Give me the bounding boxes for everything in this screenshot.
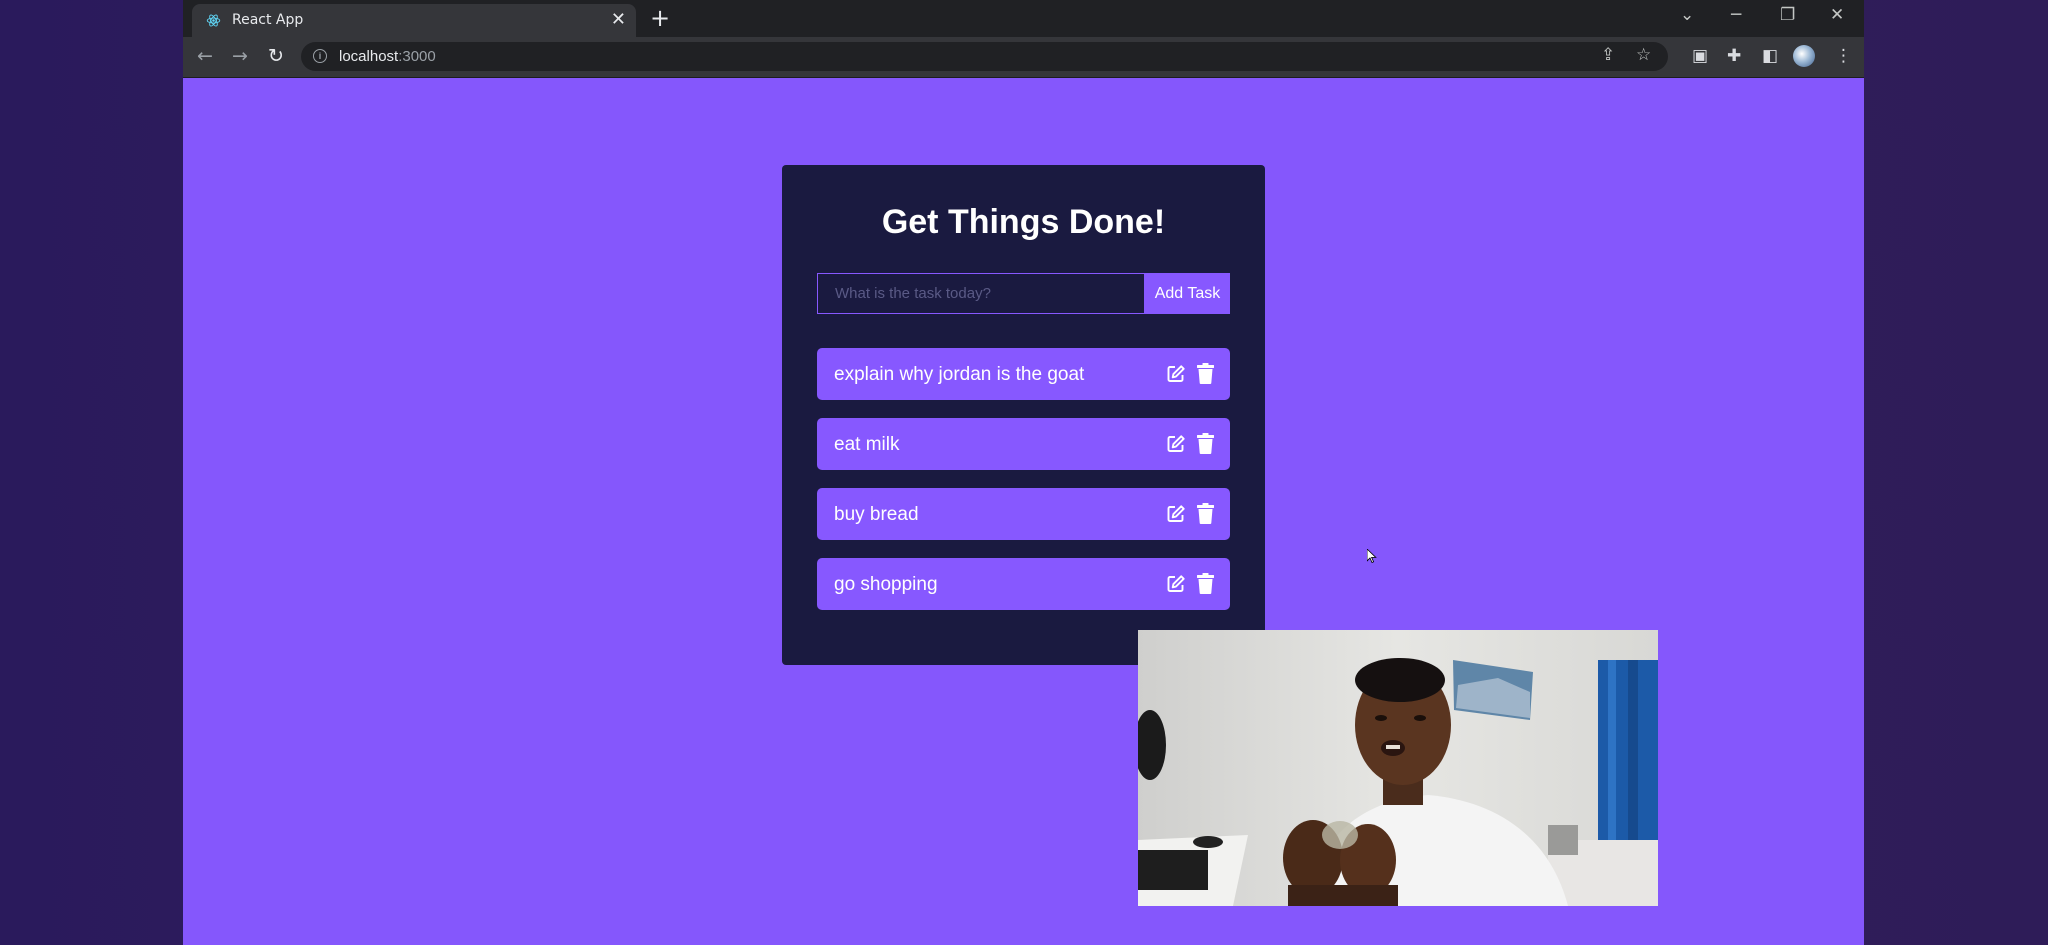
edit-icon[interactable] — [1166, 434, 1186, 454]
todo-item: go shopping — [817, 558, 1230, 610]
reload-icon[interactable]: ↻ — [268, 45, 284, 67]
site-info-icon[interactable]: i — [313, 49, 327, 63]
extension-icon[interactable]: ▣ — [1692, 45, 1708, 67]
todo-text[interactable]: go shopping — [834, 574, 938, 596]
bookmark-star-icon[interactable]: ☆ — [1636, 45, 1651, 65]
todo-card: Get Things Done! Add Task explain why jo… — [782, 165, 1265, 665]
page-title: Get Things Done! — [881, 203, 1166, 241]
window-close-icon[interactable]: ✕ — [1830, 5, 1844, 25]
mouse-pointer-icon — [1367, 549, 1377, 563]
back-icon[interactable]: ← — [197, 45, 213, 67]
trash-icon[interactable] — [1197, 363, 1214, 384]
todo-item: eat milk — [817, 418, 1230, 470]
tab-search-icon[interactable]: ⌄ — [1680, 5, 1694, 25]
todo-item: buy bread — [817, 488, 1230, 540]
trash-icon[interactable] — [1197, 573, 1214, 594]
url-port: :3000 — [398, 48, 436, 65]
browser-tab[interactable]: React App ✕ — [192, 4, 636, 37]
todo-text[interactable]: explain why jordan is the goat — [834, 364, 1084, 386]
webcam-overlay — [1138, 630, 1658, 906]
trash-icon[interactable] — [1197, 433, 1214, 454]
tab-close-icon[interactable]: ✕ — [611, 10, 626, 30]
address-bar[interactable]: i localhost:3000 ⇪ ☆ — [301, 42, 1668, 71]
restore-icon[interactable]: ❐ — [1780, 5, 1795, 25]
url-host: localhost — [339, 48, 399, 65]
webcam-video-image — [1138, 630, 1658, 906]
trash-icon[interactable] — [1197, 503, 1214, 524]
todo-text[interactable]: buy bread — [834, 504, 919, 526]
react-icon — [206, 14, 221, 27]
share-icon[interactable]: ⇪ — [1601, 45, 1615, 65]
url-text: localhost:3000 — [339, 48, 436, 65]
tab-title: React App — [232, 12, 304, 28]
add-task-button[interactable]: Add Task — [1145, 273, 1230, 314]
edit-icon[interactable] — [1166, 504, 1186, 524]
task-input[interactable] — [817, 273, 1145, 314]
todo-text[interactable]: eat milk — [834, 434, 899, 456]
new-tab-button[interactable]: + — [650, 4, 670, 32]
minimize-icon[interactable]: ─ — [1731, 5, 1741, 25]
side-panel-icon[interactable]: ◧ — [1762, 45, 1778, 67]
edit-icon[interactable] — [1166, 364, 1186, 384]
profile-avatar[interactable] — [1793, 45, 1815, 67]
edit-icon[interactable] — [1166, 574, 1186, 594]
forward-icon[interactable]: → — [232, 45, 248, 67]
todo-item: explain why jordan is the goat — [817, 348, 1230, 400]
tab-bar: React App ✕ + ⌄ ─ ❐ ✕ — [183, 0, 1864, 37]
puzzle-icon[interactable]: ✚ — [1727, 45, 1741, 67]
todo-list: explain why jordan is the goat eat milk — [817, 348, 1230, 628]
kebab-menu-icon[interactable]: ⋮ — [1835, 45, 1852, 67]
browser-toolbar: ← → ↻ i localhost:3000 ⇪ ☆ ▣ ✚ ◧ ⋮ — [183, 37, 1864, 78]
